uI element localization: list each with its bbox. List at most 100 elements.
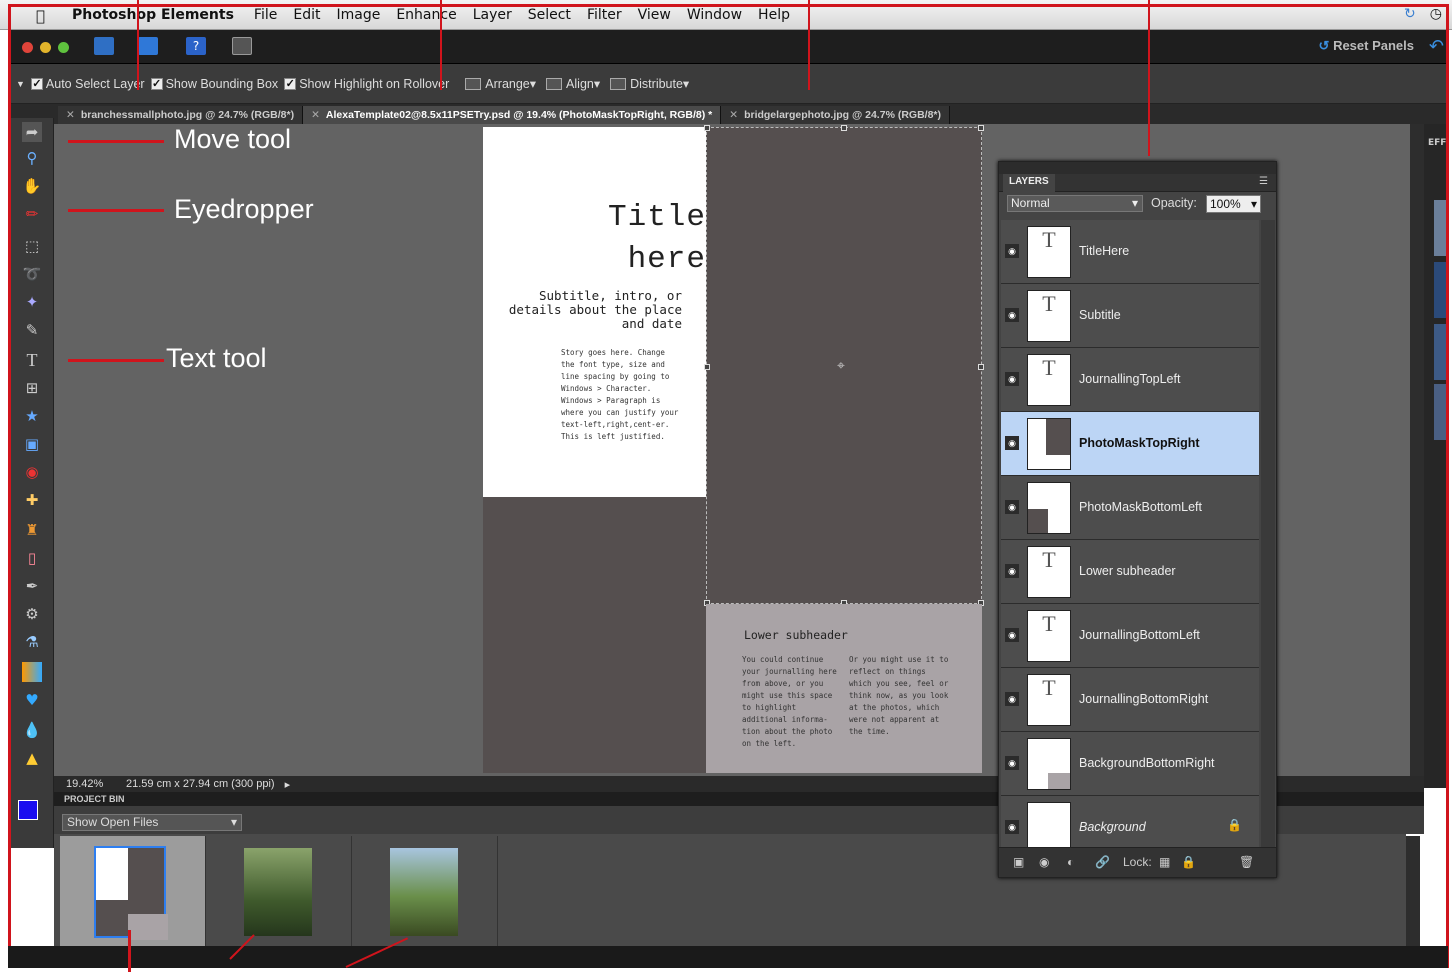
tab-alexatemplate[interactable]: ✕ AlexaTemplate02@8.5x11PSETry.psd @ 19.4… (303, 106, 722, 124)
sponge-tool-icon[interactable]: ▲ (22, 748, 42, 768)
layers-panel-titlebar[interactable] (999, 162, 1276, 174)
resize-handle[interactable] (978, 125, 984, 131)
layer-row-photomasktopright[interactable]: ◉ PhotoMaskTopRight (1001, 412, 1259, 476)
new-file-icon[interactable] (94, 37, 114, 55)
menu-window[interactable]: Window (687, 7, 742, 23)
crop-tool-icon[interactable]: ⊞ (22, 378, 42, 398)
menu-edit[interactable]: Edit (293, 7, 320, 23)
menu-select[interactable]: Select (528, 7, 571, 23)
menu-image[interactable]: Image (336, 7, 380, 23)
auto-select-layer-checkbox[interactable]: ✓ Auto Select Layer (30, 77, 145, 91)
eye-icon[interactable]: ◉ (1005, 372, 1019, 386)
close-tab-icon[interactable]: ✕ (311, 109, 320, 121)
close-window-icon[interactable] (22, 42, 33, 53)
opacity-input[interactable]: 100% ▾ (1206, 195, 1261, 213)
layer-row-subtitle[interactable]: ◉ T Subtitle (1001, 284, 1259, 348)
link-icon[interactable]: 🔗 (1095, 855, 1110, 869)
lock-all-icon[interactable]: 🔒 (1181, 855, 1196, 869)
help-icon[interactable]: ? (186, 37, 206, 55)
eye-icon[interactable]: ◉ (1005, 628, 1019, 642)
menu-layer[interactable]: Layer (473, 7, 512, 23)
tab-bridgelargephoto[interactable]: ✕ bridgelargephoto.jpg @ 24.7% (RGB/8*) (721, 106, 950, 124)
layer-row-titlehere[interactable]: ◉ T TitleHere (1001, 220, 1259, 284)
apple-icon[interactable]:  (36, 7, 58, 25)
reset-panels-button[interactable]: ↺ Reset Panels (1319, 38, 1414, 54)
blend-mode-select[interactable]: Normal ▾ (1007, 195, 1143, 212)
eyedropper-tool-icon[interactable]: ✏ (22, 204, 42, 224)
red-eye-tool-icon[interactable]: ◉ (22, 462, 42, 482)
layer-row-journallingtopleft[interactable]: ◉ T JournallingTopLeft (1001, 348, 1259, 412)
blur-tool-icon[interactable]: 💧 (22, 720, 42, 740)
trash-icon[interactable]: 🗑 (1239, 855, 1254, 869)
zoom-window-icon[interactable] (58, 42, 69, 53)
smart-brush-tool-icon[interactable]: ⚙ (22, 604, 42, 624)
spot-healing-tool-icon[interactable]: ✚ (22, 490, 42, 510)
layer-row-journallingbottomright[interactable]: ◉ T JournallingBottomRight (1001, 668, 1259, 732)
eye-icon[interactable]: ◉ (1005, 244, 1019, 258)
sync-icon[interactable]: ↻ (1404, 6, 1416, 22)
clone-stamp-tool-icon[interactable]: ♜ (22, 520, 42, 540)
new-layer-icon[interactable]: ▣ (1013, 855, 1024, 869)
menu-file[interactable]: File (254, 7, 277, 23)
lasso-tool-icon[interactable]: ➰ (22, 264, 42, 284)
quick-selection-tool-icon[interactable]: ✎ (22, 320, 42, 340)
bin-thumb-branches[interactable] (352, 836, 498, 946)
recompose-tool-icon[interactable]: ▣ (22, 434, 42, 454)
eye-icon[interactable]: ◉ (1005, 756, 1019, 770)
resize-handle[interactable] (978, 364, 984, 370)
shape-tool-icon[interactable]: ♥ (22, 690, 42, 710)
bin-thumb-bridge[interactable] (206, 836, 352, 946)
resize-handle[interactable] (704, 364, 710, 370)
menu-filter[interactable]: Filter (587, 7, 622, 23)
text-tool-icon[interactable]: T (22, 350, 42, 370)
eye-icon[interactable]: ◉ (1005, 692, 1019, 706)
lock-transparency-icon[interactable]: ▦ (1159, 855, 1170, 869)
app-name-menu[interactable]: Photoshop Elements (72, 7, 234, 23)
align-button[interactable]: Align ▾ (546, 76, 600, 91)
menu-view[interactable]: View (638, 7, 671, 23)
layer-row-journallingbottomleft[interactable]: ◉ T JournallingBottomLeft (1001, 604, 1259, 668)
effects-tab-label[interactable]: EFF (1428, 138, 1446, 148)
panel-menu-icon[interactable]: ☰ (1259, 176, 1268, 187)
show-open-files-select[interactable]: Show Open Files ▾ (62, 814, 242, 831)
distribute-button[interactable]: Distribute ▾ (610, 76, 689, 91)
adjustment-layer-icon[interactable]: ◐ (1067, 855, 1074, 869)
resize-handle[interactable] (704, 125, 710, 131)
close-tab-icon[interactable]: ✕ (729, 109, 738, 121)
status-menu-icon[interactable]: ▸ (285, 778, 291, 791)
resize-handle[interactable] (841, 125, 847, 131)
title-block[interactable]: Title here Subtitle, intro, or details ab… (483, 127, 706, 497)
paint-bucket-tool-icon[interactable]: ⚗ (22, 632, 42, 652)
zoom-level[interactable]: 19.42% (66, 778, 122, 790)
eye-icon[interactable]: ◉ (1005, 500, 1019, 514)
bin-scrollbar[interactable] (1406, 836, 1420, 946)
cookie-cutter-tool-icon[interactable]: ★ (22, 406, 42, 426)
layer-row-lower-subheader[interactable]: ◉ T Lower subheader (1001, 540, 1259, 604)
layout-icon[interactable] (232, 37, 252, 55)
layer-row-photomaskbottomleft[interactable]: ◉ PhotoMaskBottomLeft (1001, 476, 1259, 540)
time-machine-icon[interactable]: ◷ (1430, 6, 1442, 22)
options-menu-icon[interactable]: ▼ (16, 79, 25, 89)
foreground-color-swatch[interactable] (18, 800, 38, 820)
undo-icon[interactable]: ↶ (1429, 36, 1444, 57)
move-tool-icon[interactable]: ➦ (22, 122, 42, 142)
marquee-tool-icon[interactable]: ⬚ (22, 236, 42, 256)
save-icon[interactable] (138, 37, 158, 55)
eye-icon[interactable]: ◉ (1005, 436, 1019, 450)
eye-icon[interactable]: ◉ (1005, 820, 1019, 834)
hand-tool-icon[interactable]: ✋ (22, 176, 42, 196)
tab-layers[interactable]: LAYERS (1003, 174, 1055, 192)
menu-enhance[interactable]: Enhance (396, 7, 456, 23)
eraser-tool-icon[interactable]: ▯ (22, 548, 42, 568)
canvas-vertical-scrollbar[interactable] (1410, 124, 1424, 776)
show-bounding-box-checkbox[interactable]: ✓ Show Bounding Box (150, 77, 278, 91)
layers-scrollbar[interactable] (1261, 220, 1275, 848)
arrange-button[interactable]: Arrange ▾ (465, 76, 536, 91)
eye-icon[interactable]: ◉ (1005, 308, 1019, 322)
brush-tool-icon[interactable]: ✒ (22, 576, 42, 596)
bin-thumb-template[interactable] (60, 836, 206, 946)
close-tab-icon[interactable]: ✕ (66, 109, 75, 121)
lower-text-block[interactable]: Lower subheader You could continue your … (706, 604, 982, 773)
gradient-tool-icon[interactable] (22, 662, 42, 682)
menu-help[interactable]: Help (758, 7, 790, 23)
